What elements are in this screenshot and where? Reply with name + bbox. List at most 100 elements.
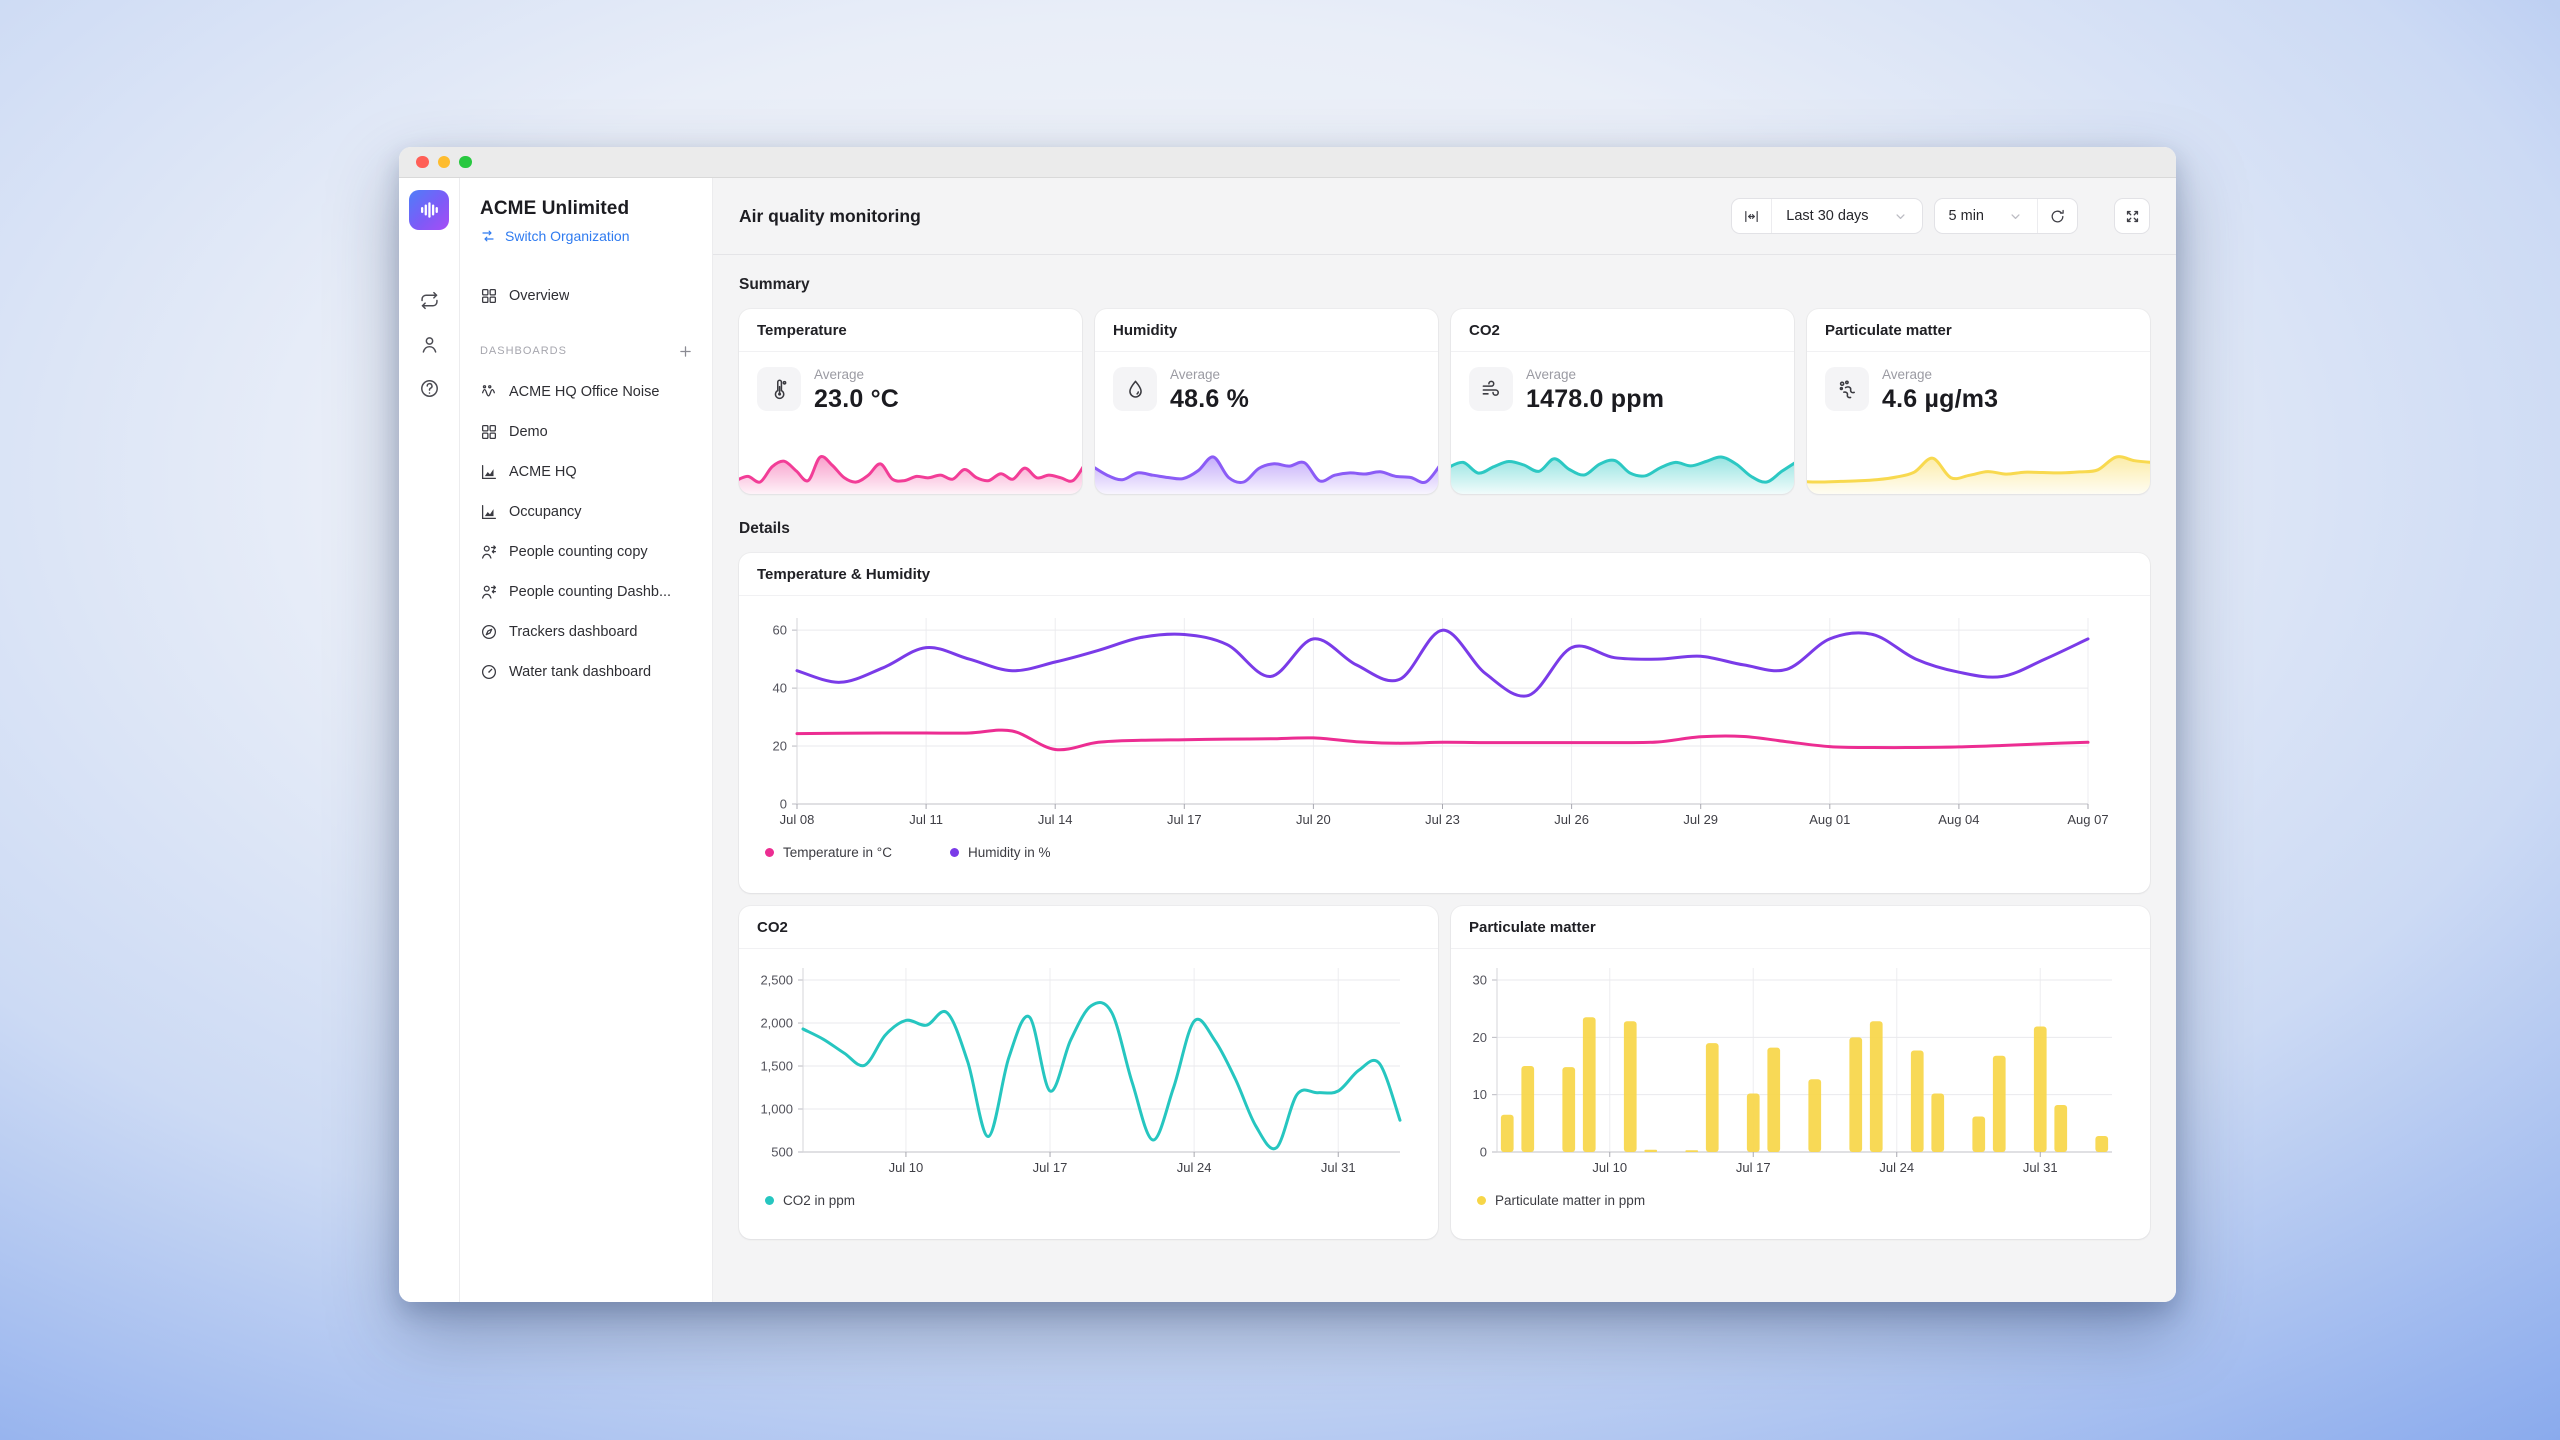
svg-text:20: 20: [773, 739, 787, 754]
area-chart-icon: [480, 463, 498, 481]
people-icon: [480, 543, 498, 561]
date-range-icon-button[interactable]: [1732, 199, 1772, 233]
noise-icon: [480, 383, 498, 401]
help-icon[interactable]: [415, 374, 443, 402]
legend-item-temperature[interactable]: Temperature in °C: [765, 845, 892, 860]
svg-text:Jul 14: Jul 14: [1038, 812, 1073, 827]
sidebar-item-demo[interactable]: Demo: [480, 412, 696, 452]
sidebar-item-people-counting-copy[interactable]: People counting copy: [480, 532, 696, 572]
svg-text:Jul 31: Jul 31: [2023, 1160, 2058, 1175]
app-logo[interactable]: [409, 190, 449, 230]
app-window: ACME Unlimited Switch Organization Over: [399, 147, 2176, 1302]
average-label: Average: [1882, 367, 1998, 382]
co2-sparkline: [1451, 448, 1794, 494]
svg-text:Jul 20: Jul 20: [1296, 812, 1331, 827]
close-window-button[interactable]: [416, 156, 429, 169]
switch-organization-label: Switch Organization: [505, 228, 630, 244]
legend-label: Temperature in °C: [783, 845, 892, 860]
average-label: Average: [1526, 367, 1664, 382]
co2-chart: 5001,0001,5002,0002,500Jul 10Jul 17Jul 2…: [745, 954, 1426, 1182]
svg-text:500: 500: [771, 1145, 793, 1160]
svg-text:1,000: 1,000: [760, 1102, 793, 1117]
svg-text:Aug 04: Aug 04: [1938, 812, 1979, 827]
average-value: 23.0 °C: [814, 385, 899, 414]
sidebar-item-people-counting-dashboard[interactable]: People counting Dashb...: [480, 572, 696, 612]
fullscreen-button[interactable]: [2114, 198, 2150, 234]
sidebar-item-label: People counting Dashb...: [509, 584, 671, 600]
sidebar-item-acme-hq[interactable]: ACME HQ: [480, 452, 696, 492]
svg-text:Jul 10: Jul 10: [889, 1160, 924, 1175]
sidebar-item-acme-hq-office-noise[interactable]: ACME HQ Office Noise: [480, 372, 696, 412]
svg-text:10: 10: [1473, 1087, 1487, 1102]
dashboards-section-header: DASHBOARDS: [480, 338, 696, 364]
desktop-background: ACME Unlimited Switch Organization Over: [0, 0, 2560, 1440]
dashboard-content: Summary Temperature: [713, 255, 2176, 1302]
sidebar-item-water-tank-dashboard[interactable]: Water tank dashboard: [480, 652, 696, 692]
svg-text:2,000: 2,000: [760, 1016, 793, 1031]
summary-heading: Summary: [739, 276, 2150, 294]
svg-text:Jul 08: Jul 08: [780, 812, 815, 827]
organization-name: ACME Unlimited: [480, 198, 696, 220]
svg-text:2,500: 2,500: [760, 973, 793, 988]
legend-dot: [1477, 1196, 1486, 1205]
minimize-window-button[interactable]: [438, 156, 451, 169]
svg-text:Jul 31: Jul 31: [1321, 1160, 1356, 1175]
maximize-window-button[interactable]: [459, 156, 472, 169]
add-dashboard-button[interactable]: [674, 340, 696, 362]
humidity-sparkline: [1095, 448, 1438, 494]
svg-text:1,500: 1,500: [760, 1059, 793, 1074]
svg-text:30: 30: [1473, 973, 1487, 988]
dashboards-heading: DASHBOARDS: [480, 345, 567, 357]
particles-icon: [1825, 367, 1869, 411]
dashboards-list: ACME HQ Office Noise Demo: [480, 372, 696, 692]
average-label: Average: [814, 367, 899, 382]
legend-item-humidity[interactable]: Humidity in %: [950, 845, 1051, 860]
topbar-controls: Last 30 days 5 min: [1731, 198, 2150, 234]
average-label: Average: [1170, 367, 1249, 382]
chevron-down-icon: [2008, 209, 2023, 224]
particulate-matter-chart-card: Particulate matter 0102030Jul 10Jul 17Ju…: [1451, 906, 2150, 1239]
summary-card-humidity: Humidity Average 48.6 %: [1095, 309, 1438, 494]
sidebar-item-label: Demo: [509, 424, 548, 440]
svg-text:40: 40: [773, 681, 787, 696]
sidebar-item-trackers-dashboard[interactable]: Trackers dashboard: [480, 612, 696, 652]
card-title: Humidity: [1095, 309, 1438, 352]
sidebar-item-overview[interactable]: Overview: [480, 276, 696, 316]
details-heading: Details: [739, 520, 2150, 538]
svg-text:Jul 26: Jul 26: [1554, 812, 1589, 827]
co2-chart-card: CO2 500 1,000 1,500 2,000 2,500 Jul 10 Jul 17 J…: [739, 906, 1438, 1239]
particulate-matter-sparkline: [1807, 448, 2150, 494]
temperature-humidity-chart: 0204060Jul 08Jul 11Jul 14Jul 17Jul 20Jul…: [747, 602, 2140, 834]
time-range-select[interactable]: Last 30 days: [1772, 199, 1921, 233]
legend-dot: [950, 848, 959, 857]
time-range-control: Last 30 days: [1731, 198, 1922, 234]
wind-icon: [1469, 367, 1513, 411]
svg-text:20: 20: [1473, 1030, 1487, 1045]
refresh-button[interactable]: [2037, 199, 2077, 233]
legend-item-co2[interactable]: CO2 in ppm: [765, 1193, 855, 1208]
grid-icon: [480, 423, 498, 441]
refresh-icon: [2049, 208, 2066, 225]
repeat-icon[interactable]: [415, 286, 443, 314]
svg-text:Jul 24: Jul 24: [1879, 1160, 1914, 1175]
legend-item-particulate-matter[interactable]: Particulate matter in ppm: [1477, 1193, 1645, 1208]
sidebar-item-occupancy[interactable]: Occupancy: [480, 492, 696, 532]
average-value: 4.6 µg/m3: [1882, 385, 1998, 414]
soundwave-logo-icon: [417, 198, 441, 222]
summary-card-temperature: Temperature Average: [739, 309, 1082, 494]
svg-text:Jul 17: Jul 17: [1033, 1160, 1068, 1175]
card-title: Temperature: [739, 309, 1082, 352]
chart-legend: Temperature in °C Humidity in %: [739, 834, 2150, 860]
interval-select[interactable]: 5 min: [1935, 199, 2037, 233]
user-icon[interactable]: [415, 330, 443, 358]
date-range-icon: [1743, 208, 1760, 225]
summary-card-co2: CO2 Average 1478.0 ppm: [1451, 309, 1794, 494]
area-chart-icon: [480, 503, 498, 521]
legend-label: CO2 in ppm: [783, 1193, 855, 1208]
card-title: CO2: [739, 906, 1438, 949]
main-area: Air quality monitoring Last 30 days: [713, 178, 2176, 1302]
temperature-sparkline: [739, 448, 1082, 494]
sidebar-item-label: Water tank dashboard: [509, 664, 651, 680]
legend-label: Particulate matter in ppm: [1495, 1193, 1645, 1208]
switch-organization-link[interactable]: Switch Organization: [480, 228, 630, 244]
